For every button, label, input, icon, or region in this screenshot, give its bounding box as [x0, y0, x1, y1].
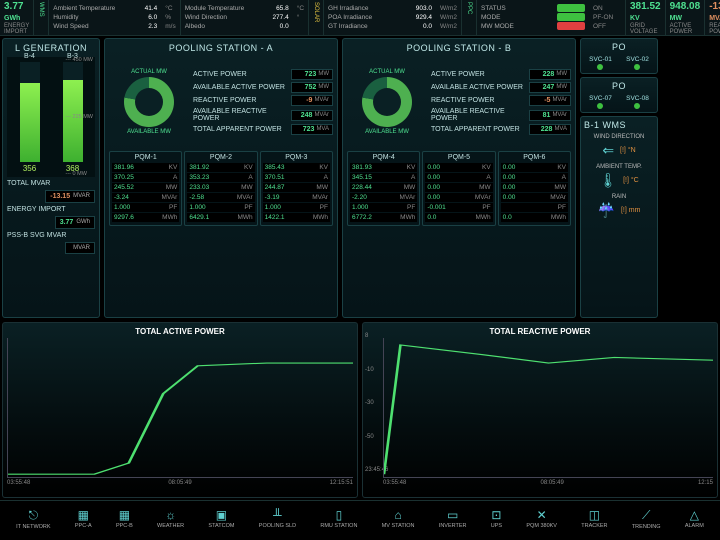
ppc-label: PPC	[462, 0, 477, 35]
top-metrics-bar: 3.77 GWh ENERGY IMPORT WMS Ambient Tempe…	[0, 0, 720, 36]
pqm-PQM-2: PQM-2381.92KV353.23A233.03MW-2.58MVAr1.0…	[184, 151, 257, 226]
svc-panel-1: PO SVC-01SVC-02	[580, 38, 658, 74]
env-metrics-2: Module Temperature65.8°CWind Direction27…	[181, 0, 309, 35]
energy-import-tile: 3.77 GWh ENERGY IMPORT	[0, 0, 34, 35]
mv station-icon: ⌂	[394, 508, 401, 522]
solar-label: SOLAR	[309, 0, 324, 35]
nav-tracker[interactable]: ◫TRACKER	[581, 508, 607, 529]
weather-icon: ☼	[165, 508, 176, 522]
pool-b-donut: ACTUAL MW AVAILABLE MW	[347, 57, 427, 147]
env-metrics-1: Ambient Temperature41.4°CHumidity6.0%Win…	[49, 0, 180, 35]
nav-ppc-a[interactable]: ▦PPC-A	[75, 508, 92, 529]
active-power-tile: 948.08 MW ACTIVE POWER	[666, 0, 706, 35]
ups-icon: ⊡	[491, 508, 501, 522]
wms-panel: B-1 WMS WIND DIRECTION⇐[!] °NAMBIENT TEM…	[580, 116, 658, 318]
statcom-icon: ▣	[216, 508, 227, 522]
solar-metrics: GH Irradiance903.0W/m2POA Irradiance929.…	[324, 0, 462, 35]
generation-bars: B-4356B-3368 --- 450 MW--- 225 MW--- 0 M…	[7, 57, 95, 177]
alarm-icon: △	[690, 508, 699, 522]
pool-a-donut: ACTUAL MW AVAILABLE MW	[109, 57, 189, 147]
reactive-power-chart: TOTAL REACTIVE POWER 8-10-30-5023:45:46 …	[362, 322, 718, 498]
pqm-PQM-6: PQM-60.00KV0.00A0.00MW0.00MVArPF0.0MWh	[498, 151, 571, 226]
pool-a-title: POOLING STATION - A	[109, 43, 333, 53]
rain-icon: ☔	[598, 202, 615, 219]
pqm-PQM-4: PQM-4381.93KV345.15A228.44MW-2.20MVAr1.0…	[347, 151, 420, 226]
pqm-PQM-3: PQM-3385.43KV370.51A244.87MW-3.19MVAr1.0…	[260, 151, 333, 226]
nav-pooling sld[interactable]: ╨POOLING SLD	[259, 508, 296, 529]
tracker-icon: ◫	[589, 508, 600, 522]
nav-alarm[interactable]: △ALARM	[685, 508, 704, 529]
pqm-PQM-5: PQM-50.00KV0.00A0.00MW0.00MVAr-0.001PF0.…	[422, 151, 495, 226]
pqm 380kv-icon: ✕	[537, 508, 547, 522]
reactive-power-tile: -13.2 MVAr REACTIVE POWER	[705, 0, 720, 35]
nav-pqm 380kv[interactable]: ✕PQM 380KV	[526, 508, 557, 529]
nav-trending[interactable]: ⟋TRENDING	[632, 508, 661, 530]
ppc-b-icon: ▦	[119, 508, 130, 522]
nav-inverter[interactable]: ▭INVERTER	[439, 508, 467, 529]
nav-it network[interactable]: ⎋IT NETWORK	[16, 508, 50, 530]
nav-statcom[interactable]: ▣STATCOM	[208, 508, 234, 529]
pqm-PQM-1: PQM-1381.96KV370.25A245.52MW-3.24MVAr1.0…	[109, 151, 182, 226]
it network-icon: ⎋	[29, 508, 39, 523]
generation-panel: L GENERATION B-4356B-3368 --- 450 MW--- …	[2, 38, 100, 318]
active-power-chart: TOTAL ACTIVE POWER 03:55:4808:05:4912:15…	[2, 322, 358, 498]
ppc-a-icon: ▦	[78, 508, 89, 522]
wms-label: WMS	[34, 0, 49, 35]
bar-B-4: B-4356	[11, 53, 48, 173]
pooling-station-b: POOLING STATION - B ACTUAL MW AVAILABLE …	[342, 38, 576, 318]
bottom-nav: ⎋IT NETWORK ▦PPC-A ▦PPC-B ☼WEATHER ▣STATCOM ╨…	[0, 500, 720, 536]
nav-ppc-b[interactable]: ▦PPC-B	[116, 508, 133, 529]
inverter-icon: ▭	[447, 508, 458, 522]
ambient temp.-icon: 🌡	[599, 172, 617, 189]
nav-mv station[interactable]: ⌂MV STATION	[382, 508, 415, 529]
wind direction-icon: ⇐	[602, 142, 614, 159]
ppc-status: STATUSONMODEPF-ONMW MODEOFF	[477, 0, 626, 35]
pooling sld-icon: ╨	[273, 508, 282, 522]
generation-title: L GENERATION	[7, 43, 95, 53]
nav-rmu station[interactable]: ▯RMU STATION	[320, 508, 357, 529]
grid-voltage-tile: 381.52 KV GRID VOLTAGE	[626, 0, 666, 35]
trending-icon: ⟋	[642, 508, 650, 523]
svc-panel-2: PO SVC-07SVC-08	[580, 77, 658, 113]
pooling-station-a: POOLING STATION - A ACTUAL MW AVAILABLE …	[104, 38, 338, 318]
nav-ups[interactable]: ⊡UPS	[491, 508, 502, 529]
nav-weather[interactable]: ☼WEATHER	[157, 508, 184, 529]
rmu station-icon: ▯	[336, 508, 343, 522]
pool-b-title: POOLING STATION - B	[347, 43, 571, 53]
